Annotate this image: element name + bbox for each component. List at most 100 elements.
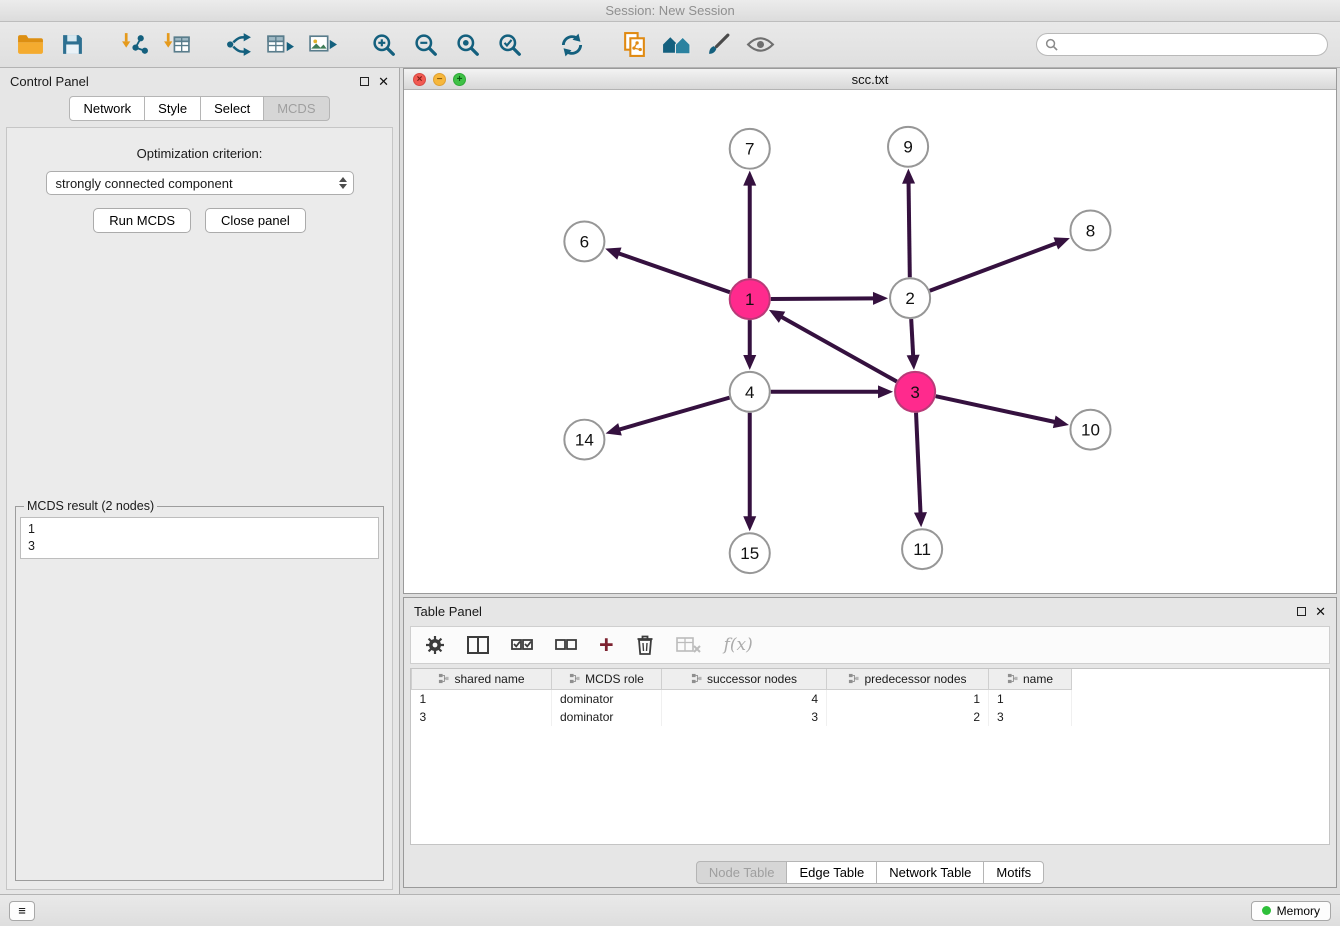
- node-7[interactable]: 7: [730, 129, 770, 169]
- status-list-button[interactable]: ≡: [9, 901, 35, 921]
- eye-icon: [746, 36, 775, 53]
- tab-select[interactable]: Select: [200, 96, 264, 121]
- tab-network-table[interactable]: Network Table: [876, 861, 984, 884]
- run-mcds-button[interactable]: Run MCDS: [93, 208, 191, 233]
- column-header-name[interactable]: name: [989, 669, 1072, 689]
- zoom-fit-button[interactable]: [450, 27, 486, 63]
- apply-style-button[interactable]: [700, 27, 736, 63]
- table-settings-button[interactable]: [425, 630, 445, 660]
- save-disk-icon: [61, 33, 84, 56]
- edge-2-9[interactable]: [909, 182, 910, 278]
- zoom-in-button[interactable]: [366, 27, 402, 63]
- right-column: × − + scc.txt 7 9 6 8 1 2 4 3 14 10 15 11 Table Pan…: [400, 68, 1340, 894]
- edge-1-2[interactable]: [771, 298, 875, 299]
- node-9[interactable]: 9: [888, 127, 928, 167]
- tab-motifs[interactable]: Motifs: [983, 861, 1044, 884]
- search-input[interactable]: [1063, 38, 1319, 52]
- delete-column-button[interactable]: [636, 630, 654, 660]
- table-row[interactable]: 1 dominator 4 1 1: [412, 689, 1072, 708]
- table-row[interactable]: 3 dominator 3 2 3: [412, 708, 1072, 726]
- import-table-icon: [162, 31, 191, 58]
- refresh-button[interactable]: [554, 27, 590, 63]
- unchecked-boxes-icon: [555, 637, 577, 653]
- node-3[interactable]: 3: [895, 372, 935, 412]
- column-header-predecessor-nodes[interactable]: predecessor nodes: [827, 669, 989, 689]
- edge-arrowhead: [743, 355, 756, 370]
- node-1[interactable]: 1: [730, 279, 770, 319]
- fx-icon: f(x): [724, 635, 753, 655]
- function-builder-button[interactable]: f(x): [724, 630, 753, 660]
- global-search: [1036, 33, 1328, 56]
- node-table: shared name MCDS role: [410, 668, 1330, 845]
- sort-icon: [691, 673, 702, 684]
- control-panel-title: Control Panel: [10, 74, 89, 89]
- node-15[interactable]: 15: [730, 533, 770, 573]
- edge-2-8[interactable]: [930, 243, 1058, 291]
- tab-network[interactable]: Network: [69, 96, 145, 121]
- edge-4-14[interactable]: [618, 398, 729, 430]
- criterion-dropdown[interactable]: strongly connected component: [46, 171, 354, 195]
- import-network-button[interactable]: [116, 27, 152, 63]
- edge-3-10[interactable]: [936, 396, 1057, 422]
- columns-icon: [467, 636, 489, 654]
- sort-icon: [438, 673, 449, 684]
- clone-network-button[interactable]: [616, 27, 652, 63]
- sort-icon: [848, 673, 859, 684]
- gear-icon: [425, 635, 445, 655]
- deselect-all-columns-button[interactable]: [555, 630, 577, 660]
- import-group: [116, 27, 194, 63]
- network-window-titlebar: × − + scc.txt: [404, 69, 1336, 90]
- close-panel-icon[interactable]: ✕: [378, 75, 389, 88]
- column-header-mcds-role[interactable]: MCDS role: [552, 669, 662, 689]
- float-panel-icon[interactable]: [360, 77, 369, 86]
- window-zoom-light[interactable]: +: [453, 73, 466, 86]
- edge-2-3[interactable]: [911, 319, 913, 357]
- node-11[interactable]: 11: [902, 529, 942, 569]
- edge-3-11[interactable]: [916, 413, 921, 515]
- node-8[interactable]: 8: [1070, 211, 1110, 251]
- main-area: Control Panel ✕ Network Style Select MCD…: [0, 68, 1340, 894]
- new-network-button[interactable]: [220, 27, 256, 63]
- node-10[interactable]: 10: [1070, 410, 1110, 450]
- column-header-successor-nodes[interactable]: successor nodes: [662, 669, 827, 689]
- memory-button[interactable]: Memory: [1251, 901, 1331, 921]
- homes-icon: [661, 33, 692, 56]
- export-table-button[interactable]: [262, 27, 298, 63]
- node-6[interactable]: 6: [564, 221, 604, 261]
- table-panel-header: Table Panel ✕: [404, 598, 1336, 624]
- zoom-selected-button[interactable]: [492, 27, 528, 63]
- network-canvas[interactable]: 7 9 6 8 1 2 4 3 14 10 15 11: [404, 90, 1336, 593]
- show-columns-button[interactable]: [467, 630, 489, 660]
- tab-mcds[interactable]: MCDS: [263, 96, 329, 121]
- edge-1-6[interactable]: [617, 253, 729, 292]
- tab-node-table[interactable]: Node Table: [696, 861, 788, 884]
- select-all-columns-button[interactable]: [511, 630, 533, 660]
- tab-edge-table[interactable]: Edge Table: [786, 861, 877, 884]
- window-close-light[interactable]: ×: [413, 73, 426, 86]
- node-label: 15: [740, 544, 759, 563]
- node-label: 7: [745, 140, 754, 159]
- show-graphics-details-button[interactable]: [742, 27, 778, 63]
- edge-3-1[interactable]: [780, 316, 896, 381]
- network-overview-button[interactable]: [658, 27, 694, 63]
- float-table-panel-icon[interactable]: [1297, 607, 1306, 616]
- tab-style[interactable]: Style: [144, 96, 201, 121]
- node-4[interactable]: 4: [730, 372, 770, 412]
- column-header-shared-name[interactable]: shared name: [412, 669, 552, 689]
- import-table-button[interactable]: [158, 27, 194, 63]
- export-image-button[interactable]: [304, 27, 340, 63]
- open-session-button[interactable]: [12, 27, 48, 63]
- network-window: × − + scc.txt 7 9 6 8 1 2 4 3 14 10 15 11: [403, 68, 1337, 594]
- add-column-button[interactable]: +: [599, 630, 614, 660]
- node-14[interactable]: 14: [564, 420, 604, 460]
- plus-icon: +: [599, 633, 614, 658]
- network-window-title: scc.txt: [404, 72, 1336, 87]
- memory-status-dot: [1262, 906, 1271, 915]
- close-table-panel-icon[interactable]: ✕: [1315, 605, 1326, 618]
- node-2[interactable]: 2: [890, 278, 930, 318]
- close-panel-button[interactable]: Close panel: [205, 208, 306, 233]
- save-session-button[interactable]: [54, 27, 90, 63]
- delete-table-button[interactable]: [676, 630, 702, 660]
- window-minimize-light[interactable]: −: [433, 73, 446, 86]
- zoom-out-button[interactable]: [408, 27, 444, 63]
